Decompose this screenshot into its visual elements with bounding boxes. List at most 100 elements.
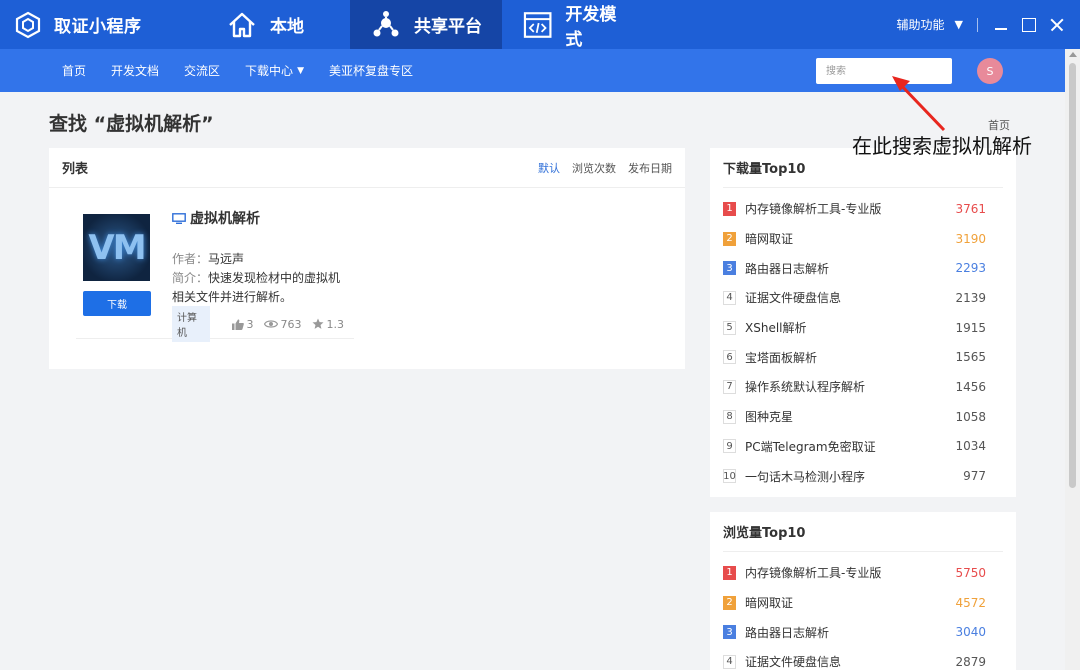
tab-dev-mode[interactable]: 开发模式 [502, 0, 652, 50]
download-button[interactable]: 下载 [83, 291, 151, 316]
caret-down-icon: ▼ [954, 18, 963, 31]
page-title: 查找 “虚拟机解析” [49, 113, 214, 135]
list-item[interactable]: 6 宝塔面板解析 1565 [723, 342, 1003, 372]
close-icon[interactable] [1050, 18, 1064, 32]
nav-forum[interactable]: 交流区 [184, 62, 220, 79]
list-item[interactable]: 3 路由器日志解析 3040 [723, 617, 1003, 647]
item-thumbnail[interactable]: VM [83, 214, 150, 281]
list-title: 列表 [62, 162, 89, 177]
thumbs-up-icon [231, 318, 244, 330]
views-top10-card: 浏览量Top10 1 内存镜像解析工具-专业版 5750 2 暗网取证 4572 3 路由器日… [710, 512, 1016, 670]
list-item[interactable]: 9 PC端Telegram免密取证 1034 [723, 432, 1003, 462]
rank-item-name: 证据文件硬盘信息 [745, 655, 842, 670]
list-item[interactable]: 3 路由器日志解析 2293 [723, 253, 1003, 283]
list-item[interactable]: 7 操作系统默认程序解析 1456 [723, 372, 1003, 402]
scroll-thumb[interactable] [1069, 63, 1076, 488]
list-item[interactable]: 1 内存镜像解析工具-专业版 3761 [723, 194, 1003, 224]
list-item[interactable]: 1 内存镜像解析工具-专业版 5750 [723, 558, 1003, 588]
rank-item-name: 路由器日志解析 [745, 261, 830, 276]
list-item[interactable]: 2 暗网取证 3190 [723, 224, 1003, 254]
title-bar: 取证小程序 本地 共享平台 开发模式 辅助功能 ▼ [0, 0, 1080, 50]
rank-item-value: 1034 [955, 439, 986, 454]
assist-menu[interactable]: 辅助功能 ▼ [897, 0, 963, 49]
tab-local[interactable]: 本地 [200, 0, 350, 49]
rank-item-value: 1565 [955, 350, 986, 365]
nav-dev-docs[interactable]: 开发文档 [111, 62, 159, 79]
star-icon [312, 318, 323, 329]
item-name-text: 虚拟机解析 [190, 211, 260, 227]
tab-dev-label: 开发模式 [565, 4, 617, 50]
rank-item-name: 暗网取证 [745, 596, 794, 611]
rank-badge: 5 [723, 320, 736, 335]
rank-item-value: 2139 [955, 290, 986, 305]
rank-item-name: 操作系统默认程序解析 [745, 380, 866, 395]
views-top10-title: 浏览量Top10 [723, 512, 1003, 552]
rank-item-name: 内存镜像解析工具-专业版 [745, 566, 882, 581]
download-top10-card: 下载量Top10 1 内存镜像解析工具-专业版 3761 2 暗网取证 3190 3 路由器日… [710, 148, 1016, 497]
nav-download-center[interactable]: 下载中心 ▼ [245, 62, 304, 79]
list-item[interactable]: 4 证据文件硬盘信息 2139 [723, 283, 1003, 313]
rank-badge: 1 [723, 201, 736, 216]
home-icon [229, 12, 255, 37]
rank-badge: 1 [723, 565, 736, 580]
scroll-up-icon[interactable] [1069, 52, 1077, 57]
item-name[interactable]: 虚拟机解析 [172, 208, 260, 228]
author-label: 作者： [172, 252, 209, 266]
author-value: 马远声 [208, 252, 245, 266]
sort-views[interactable]: 浏览次数 [572, 160, 616, 176]
views-count: 763 [280, 317, 302, 331]
list-header: 列表 默认 浏览次数 发布日期 [49, 148, 685, 188]
list-item: VM 下载 虚拟机解析 作者：马远声 简介：快速发现检材中的虚拟机相关文件并进行… [76, 208, 354, 342]
avatar[interactable]: S [977, 58, 1003, 84]
sort-options: 默认 浏览次数 发布日期 [538, 160, 672, 176]
minimize-icon[interactable] [994, 18, 1008, 32]
tab-shared-label: 共享平台 [414, 17, 482, 37]
views-top10-list: 1 内存镜像解析工具-专业版 5750 2 暗网取证 4572 3 路由器日志解析 3040 4 证… [710, 552, 1016, 670]
rank-badge: 4 [723, 654, 736, 669]
maximize-icon[interactable] [1022, 17, 1036, 32]
rank-item-value: 3761 [955, 201, 986, 216]
rating-value: 1.3 [326, 317, 345, 331]
share-network-icon [373, 10, 399, 36]
rank-item-value: 1456 [955, 379, 986, 394]
rank-item-name: 暗网取证 [745, 232, 794, 247]
monitor-icon [172, 212, 186, 224]
sort-default[interactable]: 默认 [538, 160, 560, 176]
sort-date[interactable]: 发布日期 [628, 160, 672, 176]
item-author: 作者：马远声 [172, 250, 244, 267]
list-item[interactable]: 8 图种克星 1058 [723, 402, 1003, 432]
app-title: 取证小程序 [54, 17, 142, 37]
list-item[interactable]: 4 证据文件硬盘信息 2879 [723, 647, 1003, 670]
code-window-icon [523, 11, 552, 38]
window-controls [994, 0, 1064, 49]
scrollbar[interactable] [1065, 49, 1080, 670]
rank-badge: 3 [723, 625, 736, 640]
list-item[interactable]: 5 XShell解析 1915 [723, 313, 1003, 343]
rank-item-value: 5750 [955, 565, 986, 580]
result-list-card: 列表 默认 浏览次数 发布日期 VM 下载 虚拟机解析 作者：马远声 简介：快速… [49, 148, 685, 369]
tab-shared-platform[interactable]: 共享平台 [350, 0, 502, 49]
rank-item-value: 3040 [955, 625, 986, 640]
rank-item-value: 1058 [955, 409, 986, 424]
category-tag[interactable]: 计算机 [172, 306, 210, 342]
list-item[interactable]: 2 暗网取证 4572 [723, 588, 1003, 618]
desc-label: 简介： [172, 271, 209, 285]
nav-meiya-review[interactable]: 美亚杯复盘专区 [329, 62, 413, 79]
nav-home[interactable]: 首页 [62, 62, 86, 79]
rank-item-name: 图种克星 [745, 410, 794, 425]
tab-local-label: 本地 [270, 17, 304, 37]
rank-badge: 8 [723, 409, 736, 424]
item-description: 简介：快速发现检材中的虚拟机相关文件并进行解析。 [172, 269, 352, 307]
rank-badge: 2 [723, 231, 736, 246]
rank-item-name: 一句话木马检测小程序 [745, 469, 866, 484]
list-item[interactable]: 10 一句话木马检测小程序 977 [723, 461, 1003, 491]
rating-stat: 1.3 [312, 317, 345, 331]
app-brand: 取证小程序 [0, 0, 200, 49]
item-meta: 计算机 3 763 1.3 [172, 306, 354, 342]
rank-item-value: 2293 [955, 261, 986, 276]
app-logo-icon [15, 11, 41, 38]
rank-badge: 3 [723, 261, 736, 276]
eye-icon [263, 320, 278, 328]
thumbnail-text: VM [88, 227, 146, 268]
divider [977, 17, 978, 32]
